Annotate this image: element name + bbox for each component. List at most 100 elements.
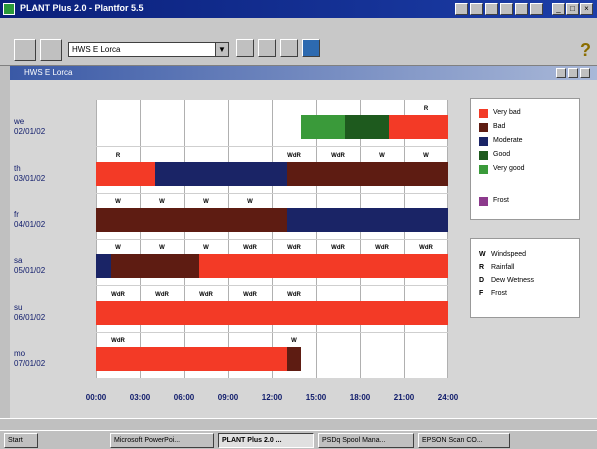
- taskbar-button[interactable]: Microsoft PowerPoi...: [110, 433, 214, 448]
- condition-code-label: W: [159, 245, 165, 252]
- row-label: th 03/01/02: [14, 164, 45, 184]
- mini-tool-icon[interactable]: [515, 3, 528, 15]
- condition-code-label: WdR: [243, 245, 257, 252]
- code-legend-item: R Rainfall: [479, 264, 514, 271]
- calendar-view-button[interactable]: [258, 39, 276, 57]
- legend-swatch: [479, 137, 488, 146]
- maximize-button[interactable]: □: [566, 3, 579, 15]
- row-label: fr 04/01/02: [14, 210, 45, 230]
- horizontal-gridline: [96, 146, 448, 148]
- condition-code-label: W: [159, 198, 165, 205]
- risk-bar-segment[interactable]: [96, 254, 111, 279]
- chevron-down-icon[interactable]: ▼: [215, 42, 229, 57]
- condition-code-label: WdR: [111, 337, 125, 344]
- risk-bar-segment[interactable]: [301, 115, 346, 140]
- chart-view-button[interactable]: [302, 39, 320, 57]
- condition-code-label: W: [203, 198, 209, 205]
- tool-button-2[interactable]: [40, 39, 62, 61]
- condition-code-label: WdR: [287, 245, 301, 252]
- risk-bar-segment[interactable]: [389, 115, 448, 140]
- mini-tool-icon[interactable]: [485, 3, 498, 15]
- mini-tool-icon[interactable]: [470, 3, 483, 15]
- x-tick-label: 15:00: [305, 393, 327, 402]
- child-close-button[interactable]: [580, 68, 590, 78]
- child-window-titlebar: HWS E Lorca: [10, 66, 597, 80]
- row-label: we 02/01/02: [14, 117, 45, 137]
- close-button[interactable]: ×: [580, 3, 593, 15]
- code-label: Windspeed: [491, 251, 527, 258]
- risk-bar-segment[interactable]: [96, 346, 287, 371]
- risk-bar-segment[interactable]: [110, 254, 199, 279]
- risk-bar-segment[interactable]: [286, 161, 448, 186]
- child-window-title: HWS E Lorca: [24, 68, 73, 77]
- row-date: 07/01/02: [14, 358, 46, 368]
- x-tick-label: 12:00: [261, 393, 283, 402]
- risk-legend: Very bad Bad Moderate Good Very good Frost: [470, 98, 580, 220]
- minimize-button[interactable]: _: [552, 3, 565, 15]
- taskbar-button[interactable]: PSDq Spool Mana...: [318, 433, 414, 448]
- row-label: mo 07/01/02: [14, 349, 45, 369]
- taskbar-button[interactable]: PLANT Plus 2.0 ...: [218, 433, 314, 448]
- child-minimize-button[interactable]: [556, 68, 566, 78]
- row-date: 04/01/02: [14, 219, 46, 229]
- risk-bar-segment[interactable]: [96, 161, 155, 186]
- table-view-button[interactable]: [236, 39, 254, 57]
- window-title: PLANT Plus 2.0 - Plantfor 5.5: [20, 3, 144, 13]
- code-legend-item: W Windspeed: [479, 251, 526, 258]
- list-view-button[interactable]: [280, 39, 298, 57]
- row-date: 05/01/02: [14, 266, 46, 276]
- toolbar: HWS E Lorca ▼ ?: [0, 18, 597, 66]
- risk-chart-plot: R R WdR WdR W W W W W W W W W WdR WdR WdR WdR WdR WdR WdR Wd…: [96, 100, 448, 378]
- code-letter: D: [479, 277, 485, 284]
- code-legend: W Windspeed R Rainfall D Dew Wetness F Frost: [470, 238, 580, 318]
- row-day: sa: [14, 256, 23, 266]
- x-tick-label: 18:00: [349, 393, 371, 402]
- legend-swatch: [479, 109, 488, 118]
- horizontal-gridline: [96, 285, 448, 287]
- code-label: Dew Wetness: [491, 277, 535, 284]
- station-select[interactable]: HWS E Lorca ▼: [68, 42, 229, 57]
- code-letter: W: [479, 251, 486, 258]
- risk-bar-segment[interactable]: [96, 207, 287, 232]
- risk-bar-segment[interactable]: [286, 346, 302, 371]
- risk-bar-segment[interactable]: [198, 254, 448, 279]
- row-day: mo: [14, 348, 26, 358]
- child-maximize-button[interactable]: [568, 68, 578, 78]
- condition-code-label: W: [115, 198, 121, 205]
- mini-tool-icon[interactable]: [500, 3, 513, 15]
- help-icon[interactable]: ?: [580, 40, 591, 61]
- condition-code-label: R: [115, 152, 121, 159]
- horizontal-gridline: [96, 331, 448, 333]
- code-label: Rainfall: [491, 264, 515, 271]
- x-tick-label: 09:00: [217, 393, 239, 402]
- risk-bar-segment[interactable]: [286, 207, 448, 232]
- condition-code-label: WdR: [155, 291, 169, 298]
- condition-code-label: W: [115, 245, 121, 252]
- row-day: su: [14, 302, 23, 312]
- condition-code-label: WdR: [243, 291, 257, 298]
- legend-label: Frost: [493, 197, 509, 204]
- code-letter: F: [479, 290, 484, 297]
- risk-bar-segment[interactable]: [345, 115, 390, 140]
- code-legend-item: D Dew Wetness: [479, 277, 534, 284]
- row-date: 03/01/02: [14, 173, 46, 183]
- x-tick-label: 00:00: [85, 393, 107, 402]
- condition-code-label: W: [423, 152, 429, 159]
- row-day: we: [14, 117, 25, 127]
- risk-bar-segment[interactable]: [96, 300, 448, 325]
- row-date: 06/01/02: [14, 312, 46, 322]
- condition-code-label: W: [379, 152, 385, 159]
- risk-bar-segment[interactable]: [154, 161, 287, 186]
- mini-tool-icon[interactable]: [530, 3, 543, 15]
- x-tick-label: 24:00: [437, 393, 459, 402]
- legend-swatch: [479, 165, 488, 174]
- legend-label: Moderate: [493, 137, 523, 144]
- row-day: th: [14, 163, 21, 173]
- tool-button-1[interactable]: [14, 39, 36, 61]
- row-label: sa 05/01/02: [14, 256, 45, 276]
- legend-label: Bad: [493, 123, 506, 130]
- start-button[interactable]: Start: [4, 433, 38, 448]
- taskbar-button[interactable]: EPSON Scan CO...: [418, 433, 510, 448]
- mini-tool-icon[interactable]: [455, 3, 468, 15]
- condition-code-label: W: [247, 198, 253, 205]
